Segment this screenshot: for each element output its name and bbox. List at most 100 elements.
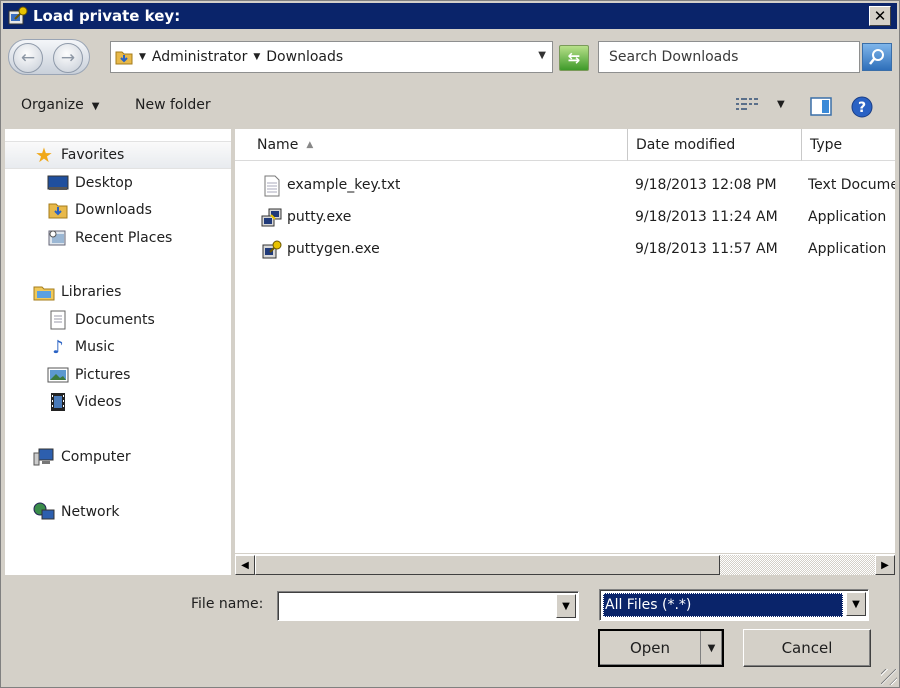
- file-name-dropdown-button[interactable]: ▼: [556, 594, 576, 618]
- nav-item-videos[interactable]: Videos: [47, 392, 122, 412]
- scrollbar-thumb[interactable]: [255, 555, 720, 575]
- column-header-date-modified[interactable]: Date modified: [628, 129, 802, 161]
- file-row[interactable]: example_key.txt 9/18/2013 12:08 PM Text …: [235, 171, 895, 201]
- nav-label-recent-places: Recent Places: [75, 230, 173, 246]
- nav-label-music: Music: [75, 339, 115, 355]
- file-type: Application: [808, 209, 887, 225]
- search-placeholder: Search Downloads: [609, 49, 739, 65]
- file-date: 9/18/2013 11:57 AM: [635, 241, 778, 257]
- chevron-down-icon: ▼: [562, 600, 570, 612]
- nav-item-downloads[interactable]: Downloads: [47, 200, 152, 220]
- arrow-left-icon: ◀: [241, 559, 249, 571]
- nav-label-favorites: Favorites: [61, 147, 125, 163]
- organize-label: Organize: [21, 97, 84, 113]
- back-button[interactable]: ←: [13, 43, 43, 73]
- nav-label-libraries: Libraries: [61, 284, 122, 300]
- nav-item-libraries[interactable]: Libraries: [33, 282, 121, 302]
- nav-item-music[interactable]: ♪ Music: [47, 336, 115, 358]
- file-name-label: File name:: [191, 596, 264, 612]
- sort-ascending-icon: ▲: [306, 139, 314, 150]
- file-row[interactable]: puttygen.exe 9/18/2013 11:57 AM Applicat…: [235, 235, 895, 265]
- nav-item-desktop[interactable]: Desktop: [47, 173, 133, 193]
- nav-item-favorites[interactable]: ★ Favorites: [33, 143, 125, 167]
- window-title: Load private key:: [33, 7, 181, 25]
- file-name: puttygen.exe: [287, 241, 380, 257]
- load-private-key-dialog: Load private key: ✕ ← → ▼ Administrator …: [0, 0, 900, 688]
- nav-item-recent-places[interactable]: Recent Places: [47, 228, 172, 248]
- close-button[interactable]: ✕: [869, 6, 891, 26]
- chevron-down-icon: ▼: [91, 101, 100, 112]
- resize-grip-icon[interactable]: [881, 669, 897, 685]
- file-name: example_key.txt: [287, 177, 401, 193]
- nav-label-desktop: Desktop: [75, 175, 133, 191]
- nav-item-computer[interactable]: Computer: [33, 447, 131, 467]
- file-row[interactable]: putty.exe 9/18/2013 11:24 AM Application: [235, 203, 895, 233]
- command-toolbar: Organize ▼ New folder ▼ ?: [1, 87, 900, 125]
- nav-label-pictures: Pictures: [75, 367, 131, 383]
- nav-label-network: Network: [61, 504, 120, 520]
- libraries-icon: [33, 286, 55, 301]
- horizontal-scrollbar[interactable]: ◀ ▶: [235, 553, 895, 575]
- preview-pane-icon: [810, 97, 832, 116]
- nav-label-videos: Videos: [75, 394, 122, 410]
- help-button[interactable]: ?: [850, 95, 874, 123]
- breadcrumb-separator-icon[interactable]: ▼: [253, 52, 260, 62]
- view-options-button[interactable]: [735, 95, 759, 119]
- search-input[interactable]: Search Downloads: [598, 41, 860, 73]
- scrollbar-track[interactable]: [255, 555, 875, 575]
- file-name: putty.exe: [287, 209, 352, 225]
- scroll-left-button[interactable]: ◀: [235, 555, 255, 575]
- breadcrumb-downloads[interactable]: Downloads: [266, 49, 343, 65]
- refresh-button[interactable]: ⇆: [559, 45, 589, 71]
- refresh-icon: ⇆: [567, 49, 581, 67]
- breadcrumb-separator-icon[interactable]: ▼: [139, 52, 146, 62]
- file-type-select[interactable]: All Files (*.*) ▼: [599, 589, 869, 621]
- network-icon: [33, 502, 55, 520]
- desktop-icon: [47, 175, 69, 190]
- pictures-icon: [47, 367, 69, 383]
- preview-pane-button[interactable]: [809, 95, 833, 121]
- view-list-icon: [736, 98, 758, 110]
- file-date: 9/18/2013 12:08 PM: [635, 177, 777, 193]
- cancel-label: Cancel: [781, 639, 833, 657]
- organize-button[interactable]: Organize ▼: [21, 97, 99, 113]
- star-icon: ★: [35, 143, 53, 167]
- nav-item-pictures[interactable]: Pictures: [47, 365, 130, 385]
- search-icon: [869, 49, 884, 65]
- title-bar[interactable]: Load private key: ✕: [3, 3, 897, 29]
- downloads-folder-icon: [115, 51, 133, 65]
- svg-text:?: ?: [858, 100, 866, 116]
- address-history-dropdown-icon[interactable]: ▼: [538, 50, 546, 61]
- search-button[interactable]: [862, 43, 892, 71]
- nav-item-documents[interactable]: Documents: [47, 310, 155, 330]
- documents-icon: [50, 310, 66, 330]
- nav-label-computer: Computer: [61, 449, 131, 465]
- downloads-folder-icon: [48, 203, 68, 219]
- text-file-icon: [264, 175, 280, 197]
- breadcrumb-administrator[interactable]: Administrator: [152, 49, 247, 65]
- column-date-label: Date modified: [636, 136, 736, 153]
- new-folder-button[interactable]: New folder: [135, 97, 211, 113]
- file-name-input[interactable]: ▼: [277, 591, 579, 621]
- videos-icon: [51, 393, 65, 411]
- file-list-pane: Name ▲ Date modified Type example_key.txt…: [235, 129, 895, 555]
- open-button[interactable]: Open ▼: [598, 629, 724, 667]
- help-icon: ?: [851, 96, 873, 118]
- column-header-type[interactable]: Type: [802, 129, 895, 161]
- column-header-name[interactable]: Name ▲: [235, 129, 628, 161]
- nav-item-network[interactable]: Network: [33, 502, 119, 522]
- back-arrow-icon: ←: [20, 48, 36, 68]
- view-dropdown-icon[interactable]: ▼: [777, 99, 785, 110]
- scroll-right-button[interactable]: ▶: [875, 555, 895, 575]
- chevron-down-icon: ▼: [707, 642, 716, 654]
- cancel-button[interactable]: Cancel: [743, 629, 871, 667]
- column-type-label: Type: [810, 136, 843, 153]
- putty-app-icon: [261, 208, 282, 227]
- music-note-icon: ♪: [52, 336, 64, 358]
- address-bar[interactable]: ▼ Administrator ▼ Downloads ▼: [110, 41, 553, 73]
- new-folder-label: New folder: [135, 97, 211, 113]
- computer-icon: [33, 448, 54, 466]
- open-split-dropdown[interactable]: ▼: [700, 631, 722, 665]
- file-type-dropdown-button[interactable]: ▼: [846, 592, 866, 616]
- forward-button[interactable]: →: [53, 43, 83, 73]
